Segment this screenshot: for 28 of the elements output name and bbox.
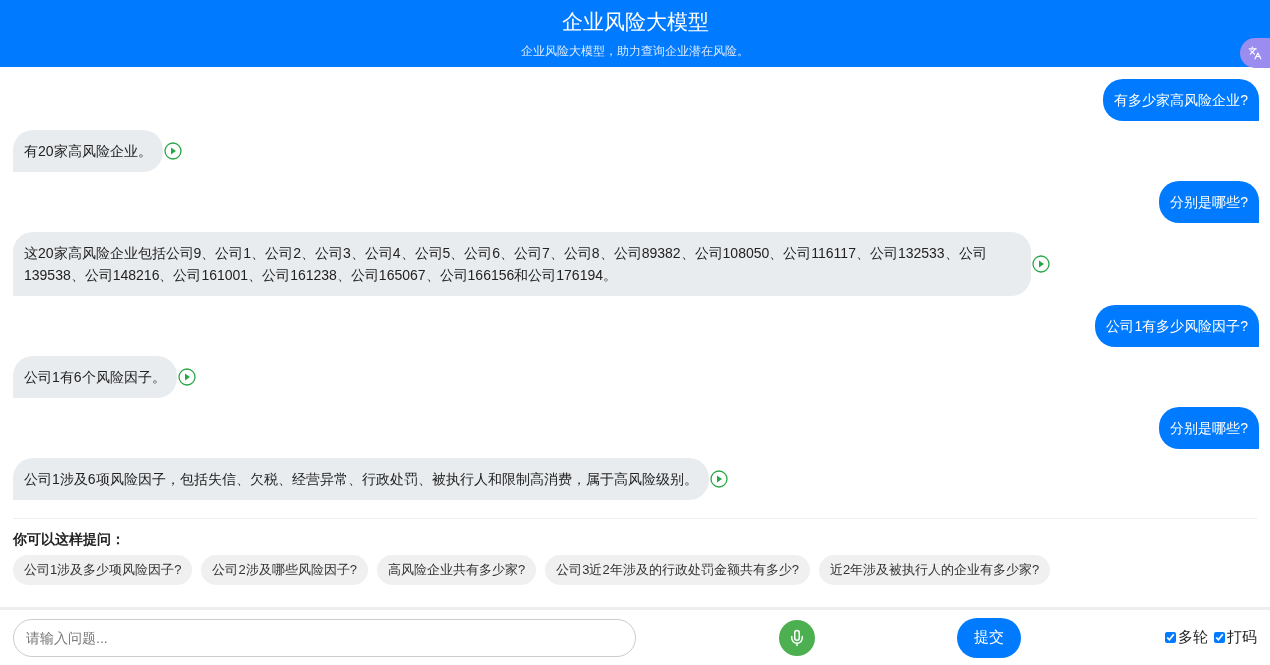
suggestion-chip[interactable]: 近2年涉及被执行人的企业有多少家? xyxy=(818,555,1051,585)
user-message: 分别是哪些? xyxy=(1159,181,1259,223)
option-label: 多轮 xyxy=(1178,627,1208,648)
bot-message: 公司1有6个风险因子。 xyxy=(13,356,177,398)
bot-message: 有20家高风险企业。 xyxy=(13,130,163,172)
submit-button[interactable]: 提交 xyxy=(957,617,1021,658)
user-message: 有多少家高风险企业? xyxy=(1103,79,1259,121)
suggestion-chip[interactable]: 公司1涉及多少项风险因子? xyxy=(13,555,193,585)
option-checkbox[interactable] xyxy=(1214,632,1225,643)
suggestion-chip[interactable]: 公司2涉及哪些风险因子? xyxy=(201,555,368,585)
play-icon[interactable] xyxy=(163,142,182,160)
play-icon[interactable] xyxy=(709,470,728,488)
play-icon[interactable] xyxy=(177,368,196,386)
user-message: 公司1有多少风险因子? xyxy=(1095,305,1259,347)
suggestion-chip[interactable]: 公司3近2年涉及的行政处罚金额共有多少? xyxy=(545,555,810,585)
bot-message: 这20家高风险企业包括公司9、公司1、公司2、公司3、公司4、公司5、公司6、公司7、公司8、公司89382、公司108050、公司116117、公司132533、公司139538、公司148216、公司161001、公司161238、公司165067、公司166156和公司176194。 xyxy=(13,232,1031,296)
translate-icon[interactable] xyxy=(1240,38,1270,68)
app-subtitle: 企业风险大模型，助力查询企业潜在风险。 xyxy=(521,43,749,59)
user-message: 分别是哪些? xyxy=(1159,407,1259,449)
option-checkbox[interactable] xyxy=(1165,632,1176,643)
app-title: 企业风险大模型 xyxy=(561,9,709,35)
option-label: 打码 xyxy=(1227,627,1257,648)
suggestion-chip[interactable]: 高风险企业共有多少家? xyxy=(376,555,537,585)
question-input[interactable]: 请输入问题... xyxy=(13,618,636,657)
suggestions-title: 你可以这样提问： xyxy=(13,530,126,549)
microphone-icon[interactable] xyxy=(779,619,815,656)
bot-message: 公司1涉及6项风险因子，包括失信、欠税、经营异常、行政处罚、被执行人和限制高消费，属于高风险级别。 xyxy=(13,458,709,500)
play-icon[interactable] xyxy=(1032,255,1050,273)
